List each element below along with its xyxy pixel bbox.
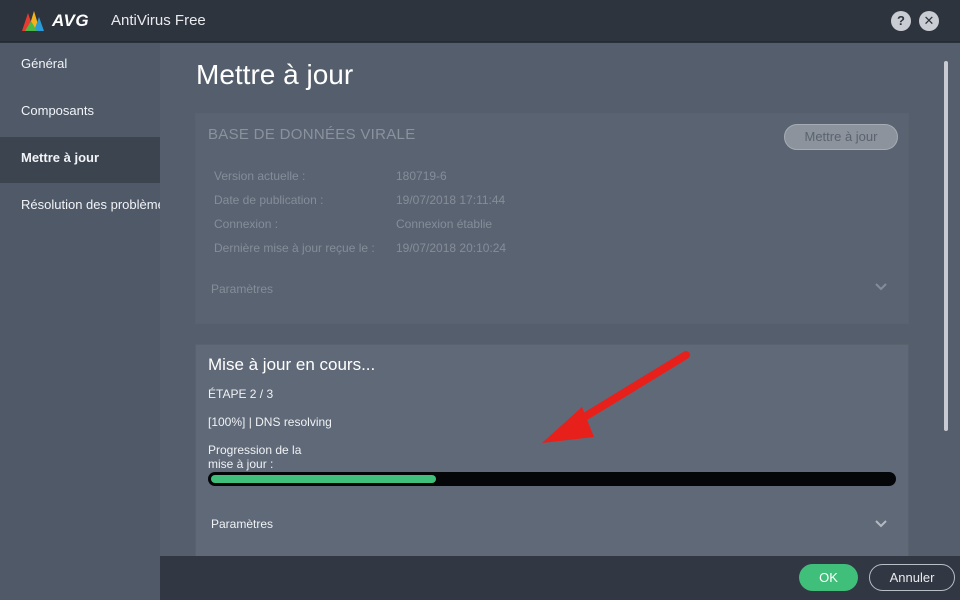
ok-button[interactable]: OK xyxy=(799,564,858,591)
chevron-down-icon[interactable] xyxy=(874,517,888,531)
chevron-down-icon[interactable] xyxy=(874,280,888,294)
virus-db-settings-toggle[interactable]: Paramètres xyxy=(211,282,273,296)
sidebar-item-update[interactable]: Mettre à jour xyxy=(0,137,160,183)
sidebar-item-general[interactable]: Général xyxy=(0,43,160,89)
cancel-button[interactable]: Annuler xyxy=(869,564,955,591)
publication-date-value: 19/07/2018 17:11:44 xyxy=(396,193,506,207)
update-progress-title: Mise à jour en cours... xyxy=(208,355,376,374)
scrollbar[interactable] xyxy=(944,61,948,431)
virus-database-card: BASE DE DONNÉES VIRALE Mettre à jour Ver… xyxy=(195,113,909,324)
main-content: Mettre à jour BASE DE DONNÉES VIRALE Met… xyxy=(160,43,960,556)
app-title: AntiVirus Free xyxy=(111,12,206,29)
red-arrow-icon xyxy=(542,351,690,443)
sidebar: Général Composants Mettre à jour Résolut… xyxy=(0,43,160,600)
help-button[interactable]: ? xyxy=(891,11,911,31)
update-status: [100%] | DNS resolving xyxy=(208,415,332,429)
publication-date-label: Date de publication : xyxy=(214,193,324,207)
connection-label: Connexion : xyxy=(214,217,279,231)
version-label: Version actuelle : xyxy=(214,169,306,183)
sidebar-item-troubleshooting[interactable]: Résolution des problèmes xyxy=(0,184,160,230)
virus-database-title: BASE DE DONNÉES VIRALE xyxy=(208,126,416,143)
connection-value: Connexion établie xyxy=(396,217,493,231)
update-settings-toggle[interactable]: Paramètres xyxy=(211,517,273,531)
last-update-label: Dernière mise à jour reçue le : xyxy=(214,241,375,255)
last-update-value: 19/07/2018 20:10:24 xyxy=(396,241,507,255)
brand-name: AVG xyxy=(52,11,90,30)
sidebar-item-components[interactable]: Composants xyxy=(0,90,160,136)
avg-logo-icon xyxy=(22,11,44,31)
close-button[interactable]: ✕ xyxy=(919,11,939,31)
version-value: 180719-6 xyxy=(396,169,447,183)
footer-bar: OK Annuler xyxy=(160,556,960,600)
progress-label: Progression de la mise à jour : xyxy=(208,443,302,471)
update-step: ÉTAPE 2 / 3 xyxy=(208,387,274,401)
progress-bar xyxy=(208,472,896,486)
page-title: Mettre à jour xyxy=(196,59,354,90)
update-now-button[interactable]: Mettre à jour xyxy=(784,124,898,150)
progress-bar-fill xyxy=(211,475,436,483)
title-bar: AVG AntiVirus Free ? ✕ xyxy=(0,0,960,42)
